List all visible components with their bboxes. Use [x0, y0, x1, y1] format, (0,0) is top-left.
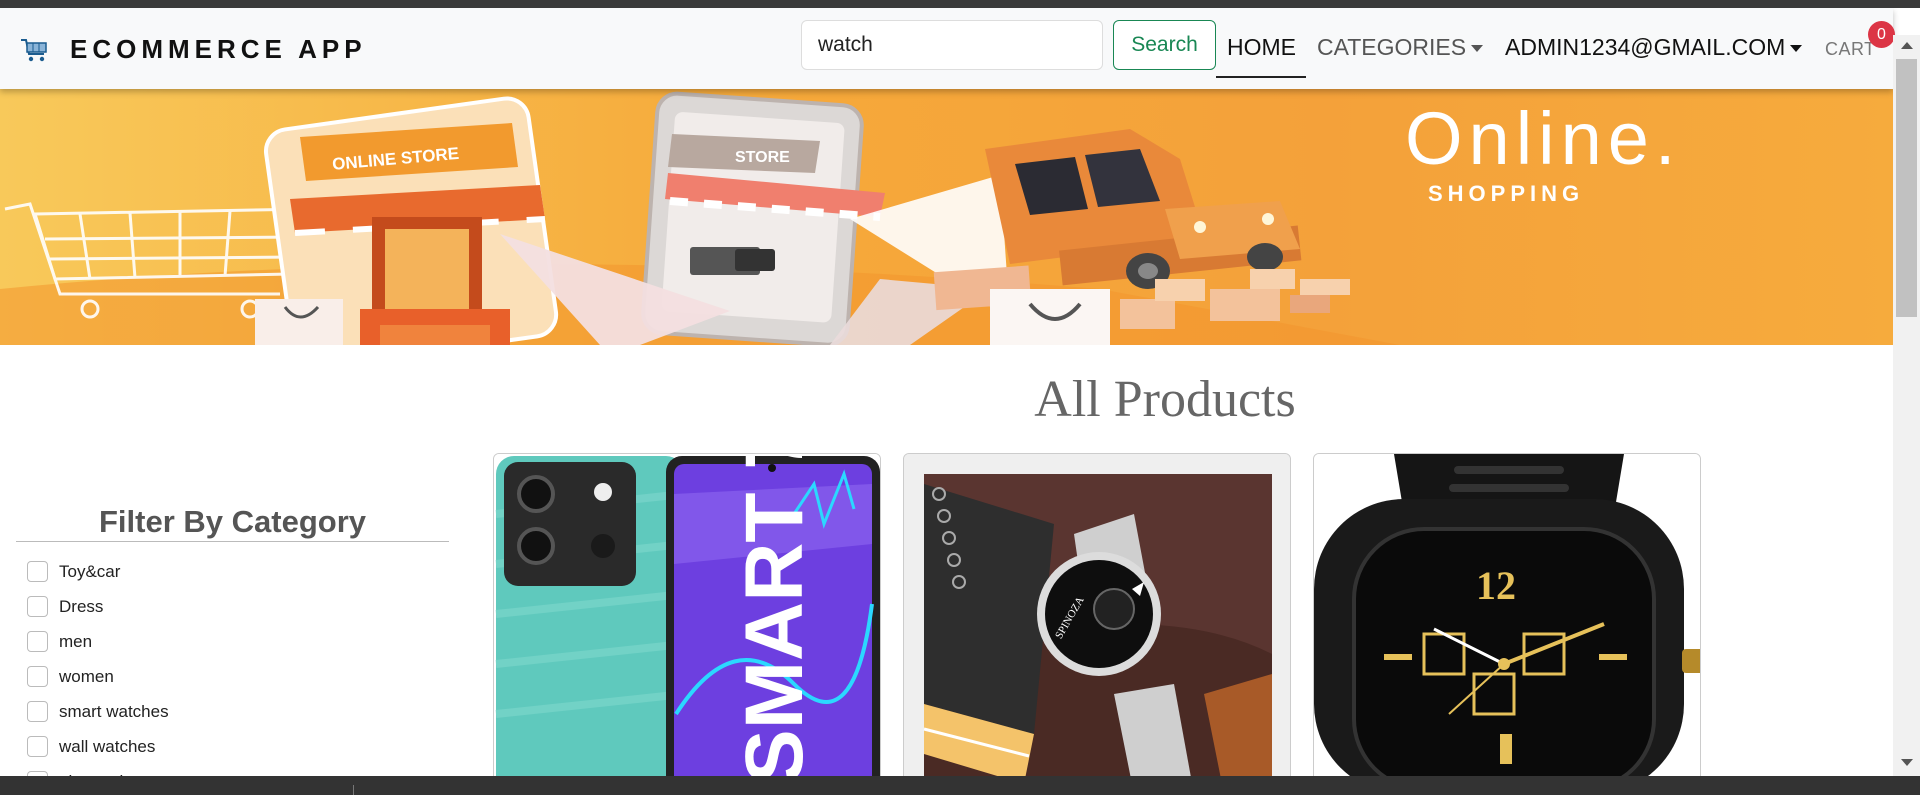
product-image: 12 — [1314, 454, 1700, 776]
active-link-underline — [1216, 76, 1306, 78]
checkbox[interactable] — [27, 561, 48, 582]
category-label: women — [59, 667, 114, 686]
navbar: ECOMMERCE APP Search HOME CATEGORIES ADM… — [0, 8, 1893, 89]
caret-down-icon — [1471, 45, 1484, 53]
filter-divider — [16, 541, 449, 542]
online-shopping-illustration: ONLINE STORE STORE Online. SHOPPING — [0, 91, 1681, 345]
cart-count-badge: 0 — [1868, 21, 1895, 48]
product-image: SPINOZA — [904, 454, 1290, 776]
product-image-text: SMART 7 — [729, 454, 820, 776]
category-label: Toy&car — [59, 562, 121, 581]
checkbox[interactable] — [27, 596, 48, 617]
category-label: men — [59, 632, 93, 651]
category-label: smart watches — [59, 702, 169, 721]
taskbar-divider — [353, 785, 354, 795]
browser-top-strip — [0, 0, 1920, 8]
product-card[interactable]: SMART 7 — [493, 453, 881, 776]
checkbox[interactable] — [27, 736, 48, 757]
product-card[interactable]: SPINOZA — [903, 453, 1291, 776]
checkbox[interactable] — [27, 631, 48, 652]
scroll-up-arrow-icon[interactable] — [1901, 42, 1913, 49]
search-input[interactable] — [801, 20, 1103, 70]
product-image: SMART 7 — [494, 454, 880, 776]
scroll-down-arrow-icon[interactable] — [1901, 759, 1913, 766]
checkbox[interactable] — [27, 666, 48, 687]
category-label: wall watches — [59, 737, 156, 756]
nav-categories-dropdown[interactable]: CATEGORIES — [1317, 34, 1484, 61]
nav-home-link[interactable]: HOME — [1227, 34, 1296, 61]
phone-store-sign: STORE — [735, 149, 790, 166]
nav-categories-label: CATEGORIES — [1317, 34, 1467, 60]
shopping-cart-icon[interactable] — [20, 37, 48, 63]
page-viewport: ECOMMERCE APP Search HOME CATEGORIES ADM… — [0, 8, 1920, 776]
category-label: Dress — [59, 597, 104, 616]
nav-user-label: ADMIN1234@GMAIL.COM — [1505, 34, 1786, 60]
nav-user-dropdown[interactable]: ADMIN1234@GMAIL.COM — [1505, 34, 1803, 61]
caret-down-icon — [1790, 45, 1803, 53]
checkbox[interactable] — [27, 701, 48, 722]
taskbar — [0, 776, 1920, 795]
search-button[interactable]: Search — [1113, 20, 1216, 70]
product-image-text: 12 — [1476, 563, 1516, 608]
filter-title: Filter By Category — [98, 504, 366, 539]
hero-banner[interactable]: ONLINE STORE STORE Online. SHOPPING — [0, 89, 1893, 345]
banner-headline: Online. — [1405, 97, 1681, 180]
product-card[interactable]: 12 — [1313, 453, 1701, 776]
page-title: All Products — [1034, 371, 1296, 428]
banner-subheadline: SHOPPING — [1428, 181, 1584, 206]
brand-name[interactable]: ECOMMERCE APP — [70, 34, 367, 65]
delivery-truck-illustration — [985, 129, 1302, 289]
nav-cart-link[interactable]: CART — [1825, 39, 1876, 60]
scrollbar-thumb[interactable] — [1896, 59, 1917, 317]
page-scrollbar[interactable] — [1893, 35, 1920, 776]
